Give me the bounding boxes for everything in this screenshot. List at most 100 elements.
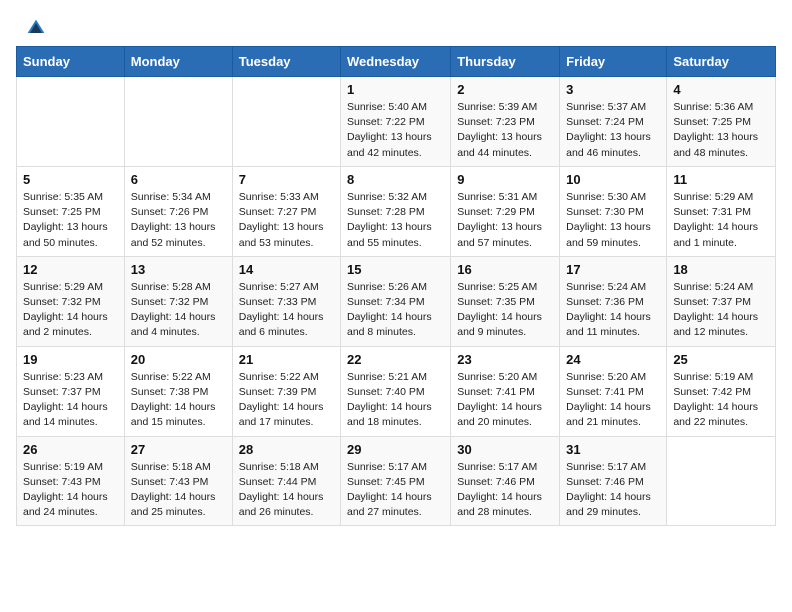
day-info: Sunrise: 5:32 AM Sunset: 7:28 PM Dayligh… xyxy=(347,190,444,251)
day-number: 30 xyxy=(457,442,553,457)
day-number: 24 xyxy=(566,352,660,367)
calendar-cell xyxy=(667,436,776,526)
calendar-cell: 18 Sunrise: 5:24 AM Sunset: 7:37 PM Dayli… xyxy=(667,256,776,346)
calendar-cell: 7 Sunrise: 5:33 AM Sunset: 7:27 PM Daylig… xyxy=(232,166,340,256)
logo-icon xyxy=(26,18,46,38)
calendar-cell: 14Sunrise: 5:27 AM Sunset: 7:33 PM Dayli… xyxy=(232,256,340,346)
calendar-header: SundayMondayTuesdayWednesdayThursdayFrid… xyxy=(17,47,776,77)
calendar-cell: 2 Sunrise: 5:39 AM Sunset: 7:23 PM Daylig… xyxy=(451,77,560,167)
calendar-cell xyxy=(232,77,340,167)
day-number: 8 xyxy=(347,172,444,187)
day-number: 18 xyxy=(673,262,769,277)
weekday-header: Wednesday xyxy=(341,47,451,77)
weekday-header: Tuesday xyxy=(232,47,340,77)
day-number: 19 xyxy=(23,352,118,367)
day-number: 7 xyxy=(239,172,334,187)
day-info: Sunrise: 5:20 AM Sunset: 7:41 PM Dayligh… xyxy=(566,370,660,431)
day-number: 29 xyxy=(347,442,444,457)
day-number: 5 xyxy=(23,172,118,187)
day-number: 21 xyxy=(239,352,334,367)
day-info: Sunrise: 5:23 AM Sunset: 7:37 PM Dayligh… xyxy=(23,370,118,431)
calendar-cell: 20 Sunrise: 5:22 AM Sunset: 7:38 PM Dayli… xyxy=(124,346,232,436)
calendar-row: 19 Sunrise: 5:23 AM Sunset: 7:37 PM Dayli… xyxy=(17,346,776,436)
day-info: Sunrise: 5:39 AM Sunset: 7:23 PM Dayligh… xyxy=(457,100,553,161)
calendar-cell: 5 Sunrise: 5:35 AM Sunset: 7:25 PM Daylig… xyxy=(17,166,125,256)
calendar-cell: 1 Sunrise: 5:40 AM Sunset: 7:22 PM Daylig… xyxy=(341,77,451,167)
day-info: Sunrise: 5:26 AM Sunset: 7:34 PM Dayligh… xyxy=(347,280,444,341)
calendar-cell xyxy=(17,77,125,167)
day-info: Sunrise: 5:33 AM Sunset: 7:27 PM Dayligh… xyxy=(239,190,334,251)
day-number: 9 xyxy=(457,172,553,187)
calendar-cell: 31 Sunrise: 5:17 AM Sunset: 7:46 PM Dayli… xyxy=(560,436,667,526)
calendar-cell: 8 Sunrise: 5:32 AM Sunset: 7:28 PM Daylig… xyxy=(341,166,451,256)
day-info: Sunrise: 5:34 AM Sunset: 7:26 PM Dayligh… xyxy=(131,190,226,251)
calendar-cell: 25 Sunrise: 5:19 AM Sunset: 7:42 PM Dayli… xyxy=(667,346,776,436)
day-info: Sunrise: 5:20 AM Sunset: 7:41 PM Dayligh… xyxy=(457,370,553,431)
day-number: 3 xyxy=(566,82,660,97)
calendar-cell: 23Sunrise: 5:20 AM Sunset: 7:41 PM Dayli… xyxy=(451,346,560,436)
calendar-cell: 28Sunrise: 5:18 AM Sunset: 7:44 PM Dayli… xyxy=(232,436,340,526)
day-info: Sunrise: 5:37 AM Sunset: 7:24 PM Dayligh… xyxy=(566,100,660,161)
logo xyxy=(24,18,46,38)
calendar-cell: 30 Sunrise: 5:17 AM Sunset: 7:46 PM Dayli… xyxy=(451,436,560,526)
calendar-cell: 17 Sunrise: 5:24 AM Sunset: 7:36 PM Dayli… xyxy=(560,256,667,346)
calendar-cell: 4 Sunrise: 5:36 AM Sunset: 7:25 PM Daylig… xyxy=(667,77,776,167)
day-number: 26 xyxy=(23,442,118,457)
day-info: Sunrise: 5:28 AM Sunset: 7:32 PM Dayligh… xyxy=(131,280,226,341)
day-number: 2 xyxy=(457,82,553,97)
calendar-cell: 15 Sunrise: 5:26 AM Sunset: 7:34 PM Dayli… xyxy=(341,256,451,346)
day-info: Sunrise: 5:29 AM Sunset: 7:31 PM Dayligh… xyxy=(673,190,769,251)
day-info: Sunrise: 5:35 AM Sunset: 7:25 PM Dayligh… xyxy=(23,190,118,251)
day-info: Sunrise: 5:24 AM Sunset: 7:36 PM Dayligh… xyxy=(566,280,660,341)
day-info: Sunrise: 5:25 AM Sunset: 7:35 PM Dayligh… xyxy=(457,280,553,341)
day-number: 10 xyxy=(566,172,660,187)
calendar-cell: 9 Sunrise: 5:31 AM Sunset: 7:29 PM Daylig… xyxy=(451,166,560,256)
day-number: 22 xyxy=(347,352,444,367)
calendar-row: 12Sunrise: 5:29 AM Sunset: 7:32 PM Dayli… xyxy=(17,256,776,346)
calendar-cell: 22 Sunrise: 5:21 AM Sunset: 7:40 PM Dayli… xyxy=(341,346,451,436)
weekday-header: Saturday xyxy=(667,47,776,77)
day-number: 11 xyxy=(673,172,769,187)
day-info: Sunrise: 5:17 AM Sunset: 7:46 PM Dayligh… xyxy=(566,460,660,521)
day-info: Sunrise: 5:21 AM Sunset: 7:40 PM Dayligh… xyxy=(347,370,444,431)
day-number: 16 xyxy=(457,262,553,277)
day-info: Sunrise: 5:19 AM Sunset: 7:42 PM Dayligh… xyxy=(673,370,769,431)
calendar-row: 26Sunrise: 5:19 AM Sunset: 7:43 PM Dayli… xyxy=(17,436,776,526)
day-number: 27 xyxy=(131,442,226,457)
calendar-cell: 3 Sunrise: 5:37 AM Sunset: 7:24 PM Daylig… xyxy=(560,77,667,167)
day-number: 31 xyxy=(566,442,660,457)
calendar-row: 1 Sunrise: 5:40 AM Sunset: 7:22 PM Daylig… xyxy=(17,77,776,167)
day-number: 17 xyxy=(566,262,660,277)
day-info: Sunrise: 5:17 AM Sunset: 7:45 PM Dayligh… xyxy=(347,460,444,521)
day-info: Sunrise: 5:22 AM Sunset: 7:38 PM Dayligh… xyxy=(131,370,226,431)
page-header xyxy=(0,0,792,46)
day-number: 1 xyxy=(347,82,444,97)
day-info: Sunrise: 5:40 AM Sunset: 7:22 PM Dayligh… xyxy=(347,100,444,161)
weekday-header: Thursday xyxy=(451,47,560,77)
day-number: 4 xyxy=(673,82,769,97)
calendar-cell: 6Sunrise: 5:34 AM Sunset: 7:26 PM Daylig… xyxy=(124,166,232,256)
day-number: 25 xyxy=(673,352,769,367)
day-number: 14 xyxy=(239,262,334,277)
calendar-cell: 13Sunrise: 5:28 AM Sunset: 7:32 PM Dayli… xyxy=(124,256,232,346)
calendar-cell: 16 Sunrise: 5:25 AM Sunset: 7:35 PM Dayli… xyxy=(451,256,560,346)
day-info: Sunrise: 5:17 AM Sunset: 7:46 PM Dayligh… xyxy=(457,460,553,521)
calendar-cell: 19 Sunrise: 5:23 AM Sunset: 7:37 PM Dayli… xyxy=(17,346,125,436)
calendar-cell xyxy=(124,77,232,167)
weekday-header: Sunday xyxy=(17,47,125,77)
calendar-cell: 24 Sunrise: 5:20 AM Sunset: 7:41 PM Dayli… xyxy=(560,346,667,436)
day-info: Sunrise: 5:24 AM Sunset: 7:37 PM Dayligh… xyxy=(673,280,769,341)
day-number: 12 xyxy=(23,262,118,277)
day-number: 28 xyxy=(239,442,334,457)
weekday-header: Friday xyxy=(560,47,667,77)
day-info: Sunrise: 5:36 AM Sunset: 7:25 PM Dayligh… xyxy=(673,100,769,161)
day-info: Sunrise: 5:30 AM Sunset: 7:30 PM Dayligh… xyxy=(566,190,660,251)
day-number: 20 xyxy=(131,352,226,367)
weekday-header: Monday xyxy=(124,47,232,77)
day-info: Sunrise: 5:31 AM Sunset: 7:29 PM Dayligh… xyxy=(457,190,553,251)
day-number: 15 xyxy=(347,262,444,277)
calendar-cell: 12Sunrise: 5:29 AM Sunset: 7:32 PM Dayli… xyxy=(17,256,125,346)
calendar-cell: 21Sunrise: 5:22 AM Sunset: 7:39 PM Dayli… xyxy=(232,346,340,436)
calendar-cell: 27Sunrise: 5:18 AM Sunset: 7:43 PM Dayli… xyxy=(124,436,232,526)
calendar-table: SundayMondayTuesdayWednesdayThursdayFrid… xyxy=(16,46,776,526)
